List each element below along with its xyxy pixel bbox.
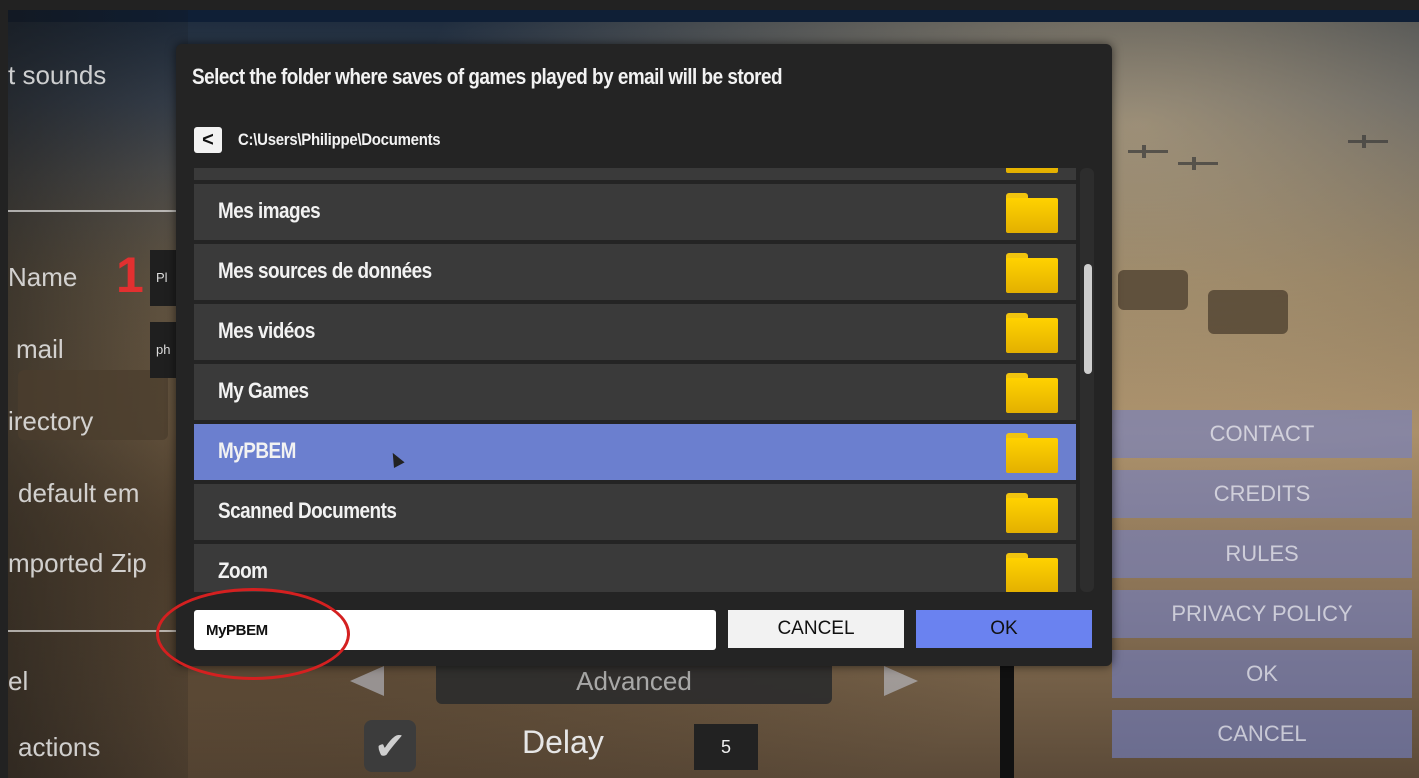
- menu-label-default-email: default em: [18, 478, 140, 508]
- folder-select-dialog: Select the folder where saves of games p…: [176, 44, 1112, 666]
- menu-divider: [8, 630, 178, 632]
- scrollbar-thumb[interactable]: [1084, 264, 1092, 374]
- privacy-policy-button[interactable]: PRIVACY POLICY: [1112, 590, 1412, 638]
- tank-silhouette: [1208, 290, 1288, 334]
- current-path: C:\Users\Philippe\Documents: [238, 130, 441, 149]
- menu-divider: [8, 210, 178, 212]
- folder-row-my-games[interactable]: My Games: [194, 364, 1076, 420]
- tank-silhouette: [1118, 270, 1188, 310]
- arrow-left-icon[interactable]: [350, 666, 384, 696]
- folder-label: MyPBEM: [218, 438, 296, 463]
- menu-label-sounds: t sounds: [8, 60, 107, 90]
- folder-icon: [1006, 433, 1058, 473]
- top-band: [8, 10, 1419, 22]
- folder-icon: [1006, 253, 1058, 293]
- folder-label: Mes vidéos: [218, 318, 315, 343]
- folder-row-zoom[interactable]: Zoom: [194, 544, 1076, 592]
- dialog-cancel-button[interactable]: CANCEL: [728, 610, 904, 648]
- folder-icon: [1006, 168, 1058, 173]
- contact-button[interactable]: CONTACT: [1112, 410, 1412, 458]
- menu-label-directory: irectory: [8, 406, 94, 436]
- arrow-right-icon[interactable]: [884, 666, 918, 696]
- folder-row-mes-videos[interactable]: Mes vidéos: [194, 304, 1076, 360]
- menu-label-actions: actions: [18, 732, 101, 762]
- dialog-title: Select the folder where saves of games p…: [192, 64, 783, 89]
- menu-label-name: Name: [8, 262, 78, 292]
- folder-row[interactable]: [194, 168, 1076, 180]
- mouse-cursor-icon: [387, 450, 405, 468]
- folder-icon: [1006, 553, 1058, 592]
- credits-button[interactable]: CREDITS: [1112, 470, 1412, 518]
- menu-label-level: el: [8, 666, 29, 696]
- check-icon: ✔: [374, 725, 406, 768]
- side-cancel-button[interactable]: CANCEL: [1112, 710, 1412, 758]
- plane-silhouette: [1128, 145, 1168, 158]
- folder-label: Scanned Documents: [218, 498, 397, 523]
- folder-list: Mes images Mes sources de données Mes vi…: [194, 168, 1076, 592]
- folder-icon: [1006, 493, 1058, 533]
- folder-row-mes-sources[interactable]: Mes sources de données: [194, 244, 1076, 300]
- actions-checkbox[interactable]: ✔: [364, 720, 416, 772]
- folder-icon: [1006, 373, 1058, 413]
- side-ok-button[interactable]: OK: [1112, 650, 1412, 698]
- menu-label-imported-zip: mported Zip: [8, 548, 147, 578]
- rules-button[interactable]: RULES: [1112, 530, 1412, 578]
- folder-list-scrollbar[interactable]: [1080, 168, 1094, 592]
- folder-label: My Games: [218, 378, 309, 403]
- panel-edge: [1000, 650, 1014, 778]
- delay-label: Delay: [522, 724, 604, 760]
- folder-label: Mes images: [218, 198, 321, 223]
- folder-icon: [1006, 193, 1058, 233]
- plane-silhouette: [1178, 157, 1218, 170]
- folder-row-mypbem[interactable]: MyPBEM: [194, 424, 1076, 480]
- folder-row-scanned-documents[interactable]: Scanned Documents: [194, 484, 1076, 540]
- delay-input[interactable]: 5: [694, 724, 758, 770]
- folder-icon: [1006, 313, 1058, 353]
- path-bar: < C:\Users\Philippe\Documents: [194, 126, 468, 154]
- dialog-ok-button[interactable]: OK: [916, 610, 1092, 648]
- step-marker: 1: [116, 247, 144, 303]
- folder-name-input[interactable]: [194, 610, 716, 650]
- plane-silhouette: [1348, 135, 1388, 148]
- menu-label-email: mail: [16, 334, 64, 364]
- back-icon[interactable]: <: [194, 127, 222, 153]
- folder-row-mes-images[interactable]: Mes images: [194, 184, 1076, 240]
- folder-label: Mes sources de données: [218, 258, 432, 283]
- folder-label: Zoom: [218, 558, 268, 583]
